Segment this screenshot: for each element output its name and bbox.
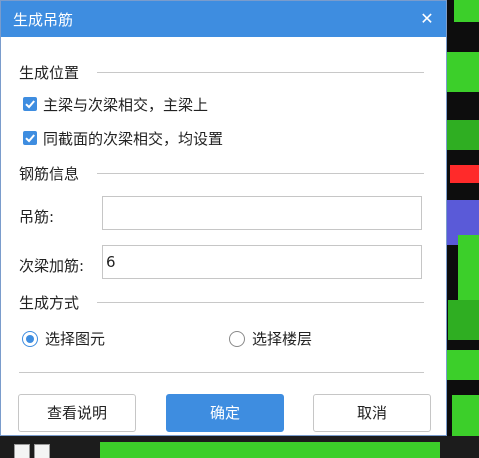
cancel-button[interactable]: 取消	[313, 394, 431, 432]
radio-select-floor-label[interactable]: 选择楼层	[252, 328, 312, 349]
section-divider	[97, 72, 424, 73]
help-button[interactable]: 查看说明	[18, 394, 136, 432]
checkbox-main-beam-label[interactable]: 主梁与次梁相交，主梁上	[43, 94, 208, 115]
generate-hanger-dialog: 生成吊筋 ✕ 生成位置 主梁与次梁相交，主梁上 同截面的次梁相交，均设置 钢筋信…	[0, 0, 447, 436]
footer-divider	[19, 372, 424, 373]
hanger-input[interactable]	[102, 196, 422, 230]
method-section-title: 生成方式	[19, 294, 80, 312]
position-section-title: 生成位置	[19, 64, 80, 82]
dialog-title: 生成吊筋	[13, 11, 74, 29]
checkbox-same-section-label[interactable]: 同截面的次梁相交，均设置	[43, 128, 223, 149]
hanger-label: 吊筋:	[19, 208, 55, 226]
check-icon	[25, 100, 35, 109]
close-icon[interactable]: ✕	[413, 5, 441, 33]
checkbox-main-beam[interactable]	[23, 97, 37, 111]
checkbox-same-section[interactable]	[23, 131, 37, 145]
radio-select-element[interactable]	[22, 331, 38, 347]
secondary-rebar-label: 次梁加筋:	[19, 257, 85, 275]
ok-button[interactable]: 确定	[166, 394, 284, 432]
check-icon	[25, 134, 35, 143]
radio-select-element-label[interactable]: 选择图元	[45, 328, 105, 349]
section-divider	[97, 302, 424, 303]
model-viewport-bottom	[0, 436, 479, 458]
section-divider	[97, 173, 424, 174]
dialog-title-bar[interactable]: 生成吊筋 ✕	[1, 1, 446, 37]
rebar-section-title: 钢筋信息	[19, 165, 80, 183]
radio-select-floor[interactable]	[229, 331, 245, 347]
secondary-rebar-input[interactable]	[102, 245, 422, 279]
